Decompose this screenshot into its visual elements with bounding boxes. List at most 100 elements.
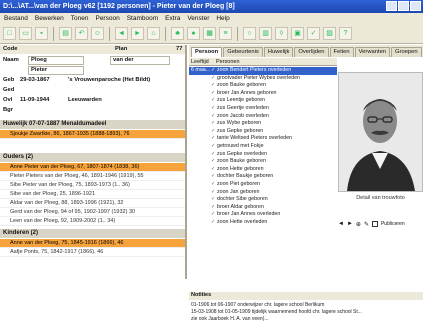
event-row[interactable]: 6 maa... ✓ zoon Bendert Pieters overleden bbox=[189, 67, 337, 75]
event-row[interactable]: ✓ zus Geertje overleden bbox=[189, 105, 337, 113]
children-header: Kinderen (2) bbox=[0, 229, 185, 238]
chart-icon[interactable]: ▦ bbox=[203, 27, 216, 40]
maximize-button[interactable] bbox=[398, 1, 409, 11]
event-row[interactable]: ✓ zus Gepke overleden bbox=[189, 151, 337, 159]
tab-feiten[interactable]: Feiten bbox=[329, 47, 354, 57]
person-column-header[interactable]: Personen bbox=[216, 58, 240, 66]
burial-row: Bgr bbox=[0, 106, 185, 115]
menu-help[interactable]: Help bbox=[216, 13, 229, 24]
tree-icon[interactable]: ♠ bbox=[187, 27, 200, 40]
menu-bestand[interactable]: Bestand bbox=[4, 13, 28, 24]
menu-tonen[interactable]: Tonen bbox=[71, 13, 89, 24]
home-icon[interactable]: ⌂ bbox=[147, 27, 160, 40]
forward-arrow-icon[interactable]: ► bbox=[131, 27, 144, 40]
zoom-icon[interactable]: ⊕ bbox=[356, 221, 361, 228]
menu-persoon[interactable]: Persoon bbox=[95, 13, 119, 24]
list-item-child[interactable]: Gerd van der Ploeg, 94 of 95, 1902-1997 … bbox=[0, 208, 185, 217]
publish-checkbox[interactable] bbox=[371, 221, 378, 227]
event-row[interactable]: ✓ grootvader Pieter Wybes overleden bbox=[189, 75, 337, 83]
list-item-child[interactable]: Pieter Pieters van der Ploeg, 46, 1891-1… bbox=[0, 172, 185, 181]
list-item-child[interactable]: Anne van der Ploeg, 75, 1845-1916 (1866)… bbox=[0, 239, 185, 248]
event-row[interactable]: ✓ dochter Sibe geboren bbox=[189, 196, 337, 204]
previous-media-icon[interactable]: ◄ bbox=[338, 221, 344, 227]
event-row[interactable]: ✓ zoon Jacob overleden bbox=[189, 113, 337, 121]
event-row[interactable]: ✓ zus Wybe geboren bbox=[189, 120, 337, 128]
tab-overlijden[interactable]: Overlijden bbox=[294, 47, 329, 57]
event-row[interactable]: ✓ broer Jan Annes geboren bbox=[189, 90, 337, 98]
media-controls: ◄ ► ⊕ ✎ Publiceren bbox=[338, 219, 423, 229]
event-row[interactable]: ✓ getrouwd met Fokje bbox=[189, 143, 337, 151]
birth-row: Geb 29-03-1867 's Vrouwenparoche (Het Bi… bbox=[0, 76, 185, 85]
minimize-button[interactable] bbox=[386, 1, 397, 11]
list-item-child[interactable]: Aldar van der Ploeg, 88, 1893-1996 (1921… bbox=[0, 199, 185, 208]
close-button[interactable] bbox=[410, 1, 421, 11]
tab-verwanten[interactable]: Verwanten bbox=[354, 47, 391, 57]
event-row[interactable]: ✓ tante Weltsed Pieters overleden bbox=[189, 135, 337, 143]
window-titlebar: D:\...\AT...\van der Ploeg v62 [1192 per… bbox=[0, 0, 423, 13]
event-row[interactable]: ✓ zoon Bauke geboren bbox=[189, 82, 337, 90]
window-controls bbox=[386, 1, 421, 11]
back-arrow-icon[interactable]: ◄ bbox=[115, 27, 128, 40]
map-icon[interactable]: ◊ bbox=[275, 27, 288, 40]
image-icon[interactable]: ▨ bbox=[323, 27, 336, 40]
list-item-child[interactable]: Sibe van der Ploeg, 25, 1896-1921 bbox=[0, 190, 185, 199]
person-icon[interactable]: ☺ bbox=[91, 27, 104, 40]
help-icon[interactable]: ? bbox=[339, 27, 352, 40]
birth-date[interactable]: 29-03-1867 bbox=[20, 76, 50, 85]
menu-extra[interactable]: Extra bbox=[165, 13, 180, 24]
events-panel: Persoon Gebeurtenis Huwelijk Overlijden … bbox=[189, 45, 423, 322]
open-folder-icon[interactable]: ▭ bbox=[19, 27, 32, 40]
event-row[interactable]: ✓ zoon Jan geboren bbox=[189, 189, 337, 197]
death-place[interactable]: Leeuwarden bbox=[68, 96, 102, 105]
undo-icon[interactable]: ↶ bbox=[75, 27, 88, 40]
toolbar-separator bbox=[237, 26, 238, 41]
list-item-child[interactable]: Leen van der Ploeg, 92, 1909-2002 (1.. 3… bbox=[0, 217, 185, 226]
death-date[interactable]: 11-09-1944 bbox=[20, 96, 49, 105]
event-row[interactable]: ✓ zoon Piet geboren bbox=[189, 181, 337, 189]
person-details-panel: Code Plan 77 Naam Ploeg van der Pieter G… bbox=[0, 45, 187, 279]
menu-bar: Bestand Bewerken Tonen Persoon Stamboom … bbox=[0, 13, 423, 24]
tab-persoon[interactable]: Persoon bbox=[191, 47, 223, 57]
report-icon[interactable]: ▥ bbox=[259, 27, 272, 40]
new-file-icon[interactable]: □ bbox=[3, 27, 16, 40]
list-icon[interactable]: ≡ bbox=[219, 27, 232, 40]
tab-huwelijk[interactable]: Huwelijk bbox=[263, 47, 294, 57]
edit-media-icon[interactable]: ✎ bbox=[364, 221, 369, 228]
event-row[interactable]: ✓ zoon Hette geboren bbox=[189, 166, 337, 174]
menu-stamboom[interactable]: Stamboom bbox=[127, 13, 158, 24]
tab-groepen[interactable]: Groepen bbox=[391, 47, 422, 57]
check-icon[interactable]: ✓ bbox=[307, 27, 320, 40]
note-line[interactable]: 15-03-1908 tot 01-05-1909 tijdelijk waar… bbox=[191, 309, 423, 315]
list-item-parent[interactable]: Anne Pieter van der Ploeg, 67, 1807-1874… bbox=[0, 163, 185, 172]
note-line[interactable]: zie ook Jaarboek H. A. van veen)... bbox=[191, 316, 423, 322]
event-row[interactable]: ✓ dochter Baukje geboren bbox=[189, 173, 337, 181]
event-row[interactable]: ✓ zus Leentje geboren bbox=[189, 97, 337, 105]
event-row[interactable]: ✓ broer Aldar geboren bbox=[189, 204, 337, 212]
birth-place[interactable]: 's Vrouwenparoche (Het Bildt) bbox=[68, 76, 150, 85]
event-row[interactable]: ✓ zoon Bauke geboren bbox=[189, 158, 337, 166]
plan-header: Plan bbox=[115, 46, 128, 52]
save-icon[interactable]: ▪ bbox=[35, 27, 48, 40]
next-media-icon[interactable]: ► bbox=[347, 221, 353, 227]
event-row[interactable]: ✓ broer Jan Annes overleden bbox=[189, 211, 337, 219]
list-item-child[interactable]: Sibe Pieter van der Ploeg, 75, 1893-1973… bbox=[0, 181, 185, 190]
list-item-child[interactable]: Aafje Ponts, 75, 1842-1917 (1866), 46 bbox=[0, 248, 185, 257]
event-row[interactable]: ✓ zus Gepke geboren bbox=[189, 128, 337, 136]
notes-label: Notities bbox=[189, 292, 423, 300]
calendar-icon[interactable]: ▣ bbox=[291, 27, 304, 40]
age-column-header[interactable]: Leeftijd bbox=[191, 58, 209, 66]
search-icon[interactable]: ○ bbox=[243, 27, 256, 40]
portrait-photo[interactable] bbox=[338, 72, 423, 192]
menu-bewerken[interactable]: Bewerken bbox=[35, 13, 64, 24]
list-item-relation[interactable]: Sjoukje Zwartkie, 86, 1867-1935 (1888-18… bbox=[0, 130, 185, 139]
family-icon[interactable]: ♣ bbox=[171, 27, 184, 40]
surname-label: Naam bbox=[3, 57, 19, 63]
note-line[interactable]: 01-1906 tot 06-1907 onderwijzer chr. lag… bbox=[191, 302, 423, 308]
tab-gebeurtenis[interactable]: Gebeurtenis bbox=[223, 47, 263, 57]
surname-prefix: van der bbox=[113, 57, 134, 63]
menu-venster[interactable]: Venster bbox=[187, 13, 209, 24]
event-row[interactable]: ✓ zoon Hette overleden bbox=[189, 219, 337, 227]
baptism-row: Ged bbox=[0, 86, 185, 95]
print-icon[interactable]: ▤ bbox=[59, 27, 72, 40]
portrait-image bbox=[339, 73, 422, 191]
